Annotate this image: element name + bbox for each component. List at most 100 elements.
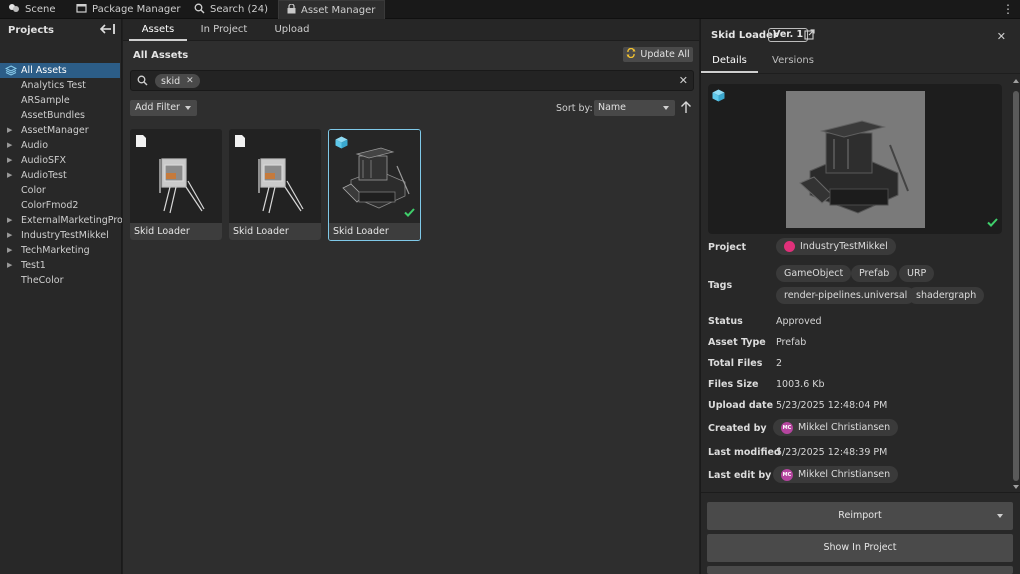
created-by-chip[interactable]: MC Mikkel Christiansen	[773, 419, 899, 436]
sidebar-item-label: ColorFmod2	[21, 200, 79, 211]
asset-preview	[708, 84, 1002, 234]
close-icon[interactable]: ✕	[997, 30, 1006, 43]
sidebar-item-colorfmod2[interactable]: ColorFmod2	[0, 198, 122, 213]
sidebar-item-industrytestmikkel[interactable]: ▶ IndustryTestMikkel	[0, 228, 122, 243]
project-chip[interactable]: IndustryTestMikkel	[776, 238, 896, 255]
sidebar-item-label: Audio	[21, 140, 49, 151]
avatar: MC	[781, 421, 793, 434]
sidebar-item-label: ExternalMarketingProje	[21, 215, 122, 226]
last-modified-value: 5/23/2025 12:48:39 PM	[776, 447, 888, 458]
expand-arrow-icon[interactable]: ▶	[7, 123, 12, 138]
tab-asset-manager[interactable]: Asset Manager	[278, 0, 385, 19]
search-icon	[137, 75, 148, 89]
tab-package-manager[interactable]: Package Manager	[68, 0, 188, 19]
tab-upload[interactable]: Upload	[263, 19, 321, 41]
tag-chip[interactable]: render-pipelines.universal	[776, 287, 916, 304]
asset-name: Skid Loader	[229, 223, 321, 240]
scroll-up-icon[interactable]	[1013, 79, 1019, 83]
sort-by-label: Sort by:	[556, 103, 593, 114]
last-modified-label: Last modified	[708, 447, 781, 458]
details-scrollbar[interactable]	[1013, 79, 1019, 491]
document-icon	[235, 135, 245, 150]
asset-card-selected[interactable]: Skid Loader	[328, 129, 421, 241]
asset-type-label: Asset Type	[708, 337, 766, 348]
project-name: IndustryTestMikkel	[800, 241, 888, 252]
asset-card[interactable]: Skid Loader	[130, 129, 222, 240]
expand-arrow-icon[interactable]: ▶	[7, 243, 12, 258]
sidebar-item-audio[interactable]: ▶ Audio	[0, 138, 122, 153]
sidebar-item-label: Analytics Test	[21, 80, 86, 91]
status-value: Approved	[776, 316, 822, 327]
editor-tab-bar: Scene Package Manager Search (24) Asset …	[0, 0, 1020, 19]
project-icon	[784, 241, 795, 252]
sidebar-item-label: AssetManager	[21, 125, 89, 136]
prefab-cube-icon	[712, 89, 725, 105]
add-filter-dropdown[interactable]: Add Filter	[130, 100, 197, 116]
sidebar-item-color[interactable]: Color	[0, 183, 122, 198]
tab-search[interactable]: Search (24)	[186, 0, 276, 19]
more-options-icon[interactable]: ⋮	[1002, 2, 1014, 16]
sidebar-item-label: Test1	[21, 260, 46, 271]
search-input[interactable]: skid ✕ ✕	[130, 70, 694, 91]
last-edit-by-chip[interactable]: MC Mikkel Christiansen	[773, 466, 899, 483]
update-all-button[interactable]: Update All	[623, 47, 693, 62]
sidebar-item-test1[interactable]: ▶ Test1	[0, 258, 122, 273]
sidebar-item-externalmarketingproject[interactable]: ▶ ExternalMarketingProje	[0, 213, 122, 228]
show-in-project-button[interactable]: Show In Project	[707, 534, 1013, 562]
sidebar-item-all-assets[interactable]: All Assets	[0, 63, 120, 78]
chevron-down-icon[interactable]	[997, 514, 1003, 518]
page-title: All Assets	[133, 50, 189, 61]
tab-versions[interactable]: Versions	[765, 55, 821, 73]
expand-arrow-icon[interactable]: ▶	[7, 258, 12, 273]
expand-arrow-icon[interactable]: ▶	[7, 228, 12, 243]
tag-chip[interactable]: GameObject	[776, 265, 852, 282]
sidebar-item-label: ARSample	[21, 95, 70, 106]
search-term-chip[interactable]: skid ✕	[155, 74, 200, 88]
avatar: MC	[781, 468, 793, 481]
expand-arrow-icon[interactable]: ▶	[7, 213, 12, 228]
sidebar-item-arsample[interactable]: ARSample	[0, 93, 122, 108]
sidebar-item-assetbundles[interactable]: AssetBundles	[0, 108, 122, 123]
sidebar-item-audiotest[interactable]: ▶ AudioTest	[0, 168, 122, 183]
tag-chip[interactable]: URP	[899, 265, 935, 282]
expand-arrow-icon[interactable]: ▶	[7, 138, 12, 153]
asset-card[interactable]: Skid Loader	[229, 129, 321, 240]
open-external-icon[interactable]	[804, 29, 815, 43]
tag-chip[interactable]: Prefab	[851, 265, 898, 282]
prefab-cube-icon	[335, 136, 348, 152]
tag-chip[interactable]: shadergraph	[908, 287, 985, 304]
sidebar-title: Projects	[8, 25, 55, 36]
reimport-label: Reimport	[838, 510, 882, 521]
more-actions-button[interactable]	[707, 566, 1013, 574]
sidebar-item-techmarketing[interactable]: ▶ TechMarketing	[0, 243, 122, 258]
sidebar-item-thecolor[interactable]: TheColor	[0, 273, 122, 288]
tab-label: Search (24)	[210, 4, 269, 15]
tab-label: Package Manager	[92, 4, 181, 15]
expand-arrow-icon[interactable]: ▶	[7, 168, 12, 183]
created-by-label: Created by	[708, 423, 767, 434]
lock-icon	[287, 2, 296, 17]
collapse-sidebar-icon[interactable]	[99, 23, 116, 35]
project-tree: All Assets Analytics Test ARSample Asset…	[0, 63, 122, 288]
clear-search-icon[interactable]: ✕	[679, 74, 688, 87]
remove-term-icon[interactable]: ✕	[186, 76, 194, 86]
sort-by-select[interactable]: Name	[594, 100, 675, 116]
reimport-button[interactable]: Reimport	[707, 502, 1013, 530]
sidebar-item-label: IndustryTestMikkel	[21, 230, 109, 241]
tab-label: Asset Manager	[301, 4, 376, 16]
tab-scene[interactable]: Scene	[0, 0, 64, 19]
imported-check-icon	[404, 208, 415, 220]
chevron-down-icon	[185, 106, 191, 110]
upload-date-label: Upload date	[708, 400, 774, 411]
tab-details[interactable]: Details	[701, 55, 758, 73]
scroll-down-icon[interactable]	[1013, 485, 1019, 489]
tab-assets[interactable]: Assets	[129, 19, 187, 41]
sort-direction-icon[interactable]	[679, 99, 693, 115]
scroll-thumb[interactable]	[1013, 91, 1019, 481]
sidebar-item-audiosfx[interactable]: ▶ AudioSFX	[0, 153, 122, 168]
show-in-project-label: Show In Project	[823, 542, 897, 553]
sidebar-item-assetmanager[interactable]: ▶ AssetManager	[0, 123, 122, 138]
sidebar-item-analytics-test[interactable]: Analytics Test	[0, 78, 122, 93]
expand-arrow-icon[interactable]: ▶	[7, 153, 12, 168]
tab-in-project[interactable]: In Project	[193, 19, 255, 41]
